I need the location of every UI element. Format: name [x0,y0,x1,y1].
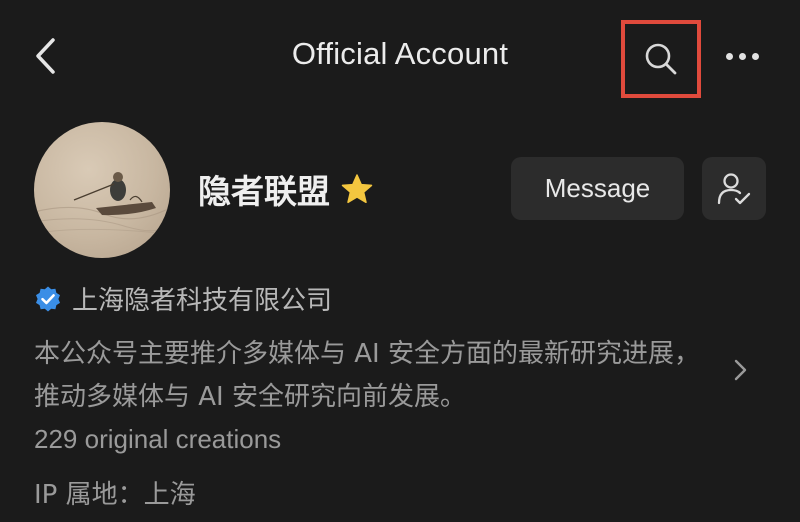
company-name: 上海隐者科技有限公司 [72,286,333,316]
original-creations-count[interactable]: 229 original creations [34,424,281,455]
account-name-row: 隐者联盟 [198,165,374,213]
more-dots-icon [725,52,733,60]
verified-badge-icon [36,286,60,311]
more-dots-icon [751,52,759,60]
top-navigation-bar: Official Account [0,0,800,112]
more-options-button[interactable] [715,34,769,78]
verified-company-row[interactable]: 上海隐者科技有限公司 [34,280,332,317]
account-name: 隐者联盟 [198,172,330,211]
page-title: Official Account [291,36,509,71]
avatar[interactable] [34,122,170,258]
avatar-image [34,172,170,235]
more-dots-icon [738,52,746,60]
search-button[interactable] [621,20,701,98]
chevron-right-icon[interactable] [730,355,752,385]
chevron-left-icon [36,38,55,74]
back-button[interactable] [24,34,68,78]
search-icon [645,43,677,75]
follow-button[interactable] [702,157,766,220]
message-button[interactable]: Message [511,157,684,220]
account-description[interactable]: 本公众号主要推介多媒体与 AI 安全方面的最新研究进展，推动多媒体与 AI 安全… [34,333,704,419]
person-check-icon [717,172,751,204]
star-icon [341,174,373,204]
ip-location: IP 属地：上海 [34,480,196,510]
